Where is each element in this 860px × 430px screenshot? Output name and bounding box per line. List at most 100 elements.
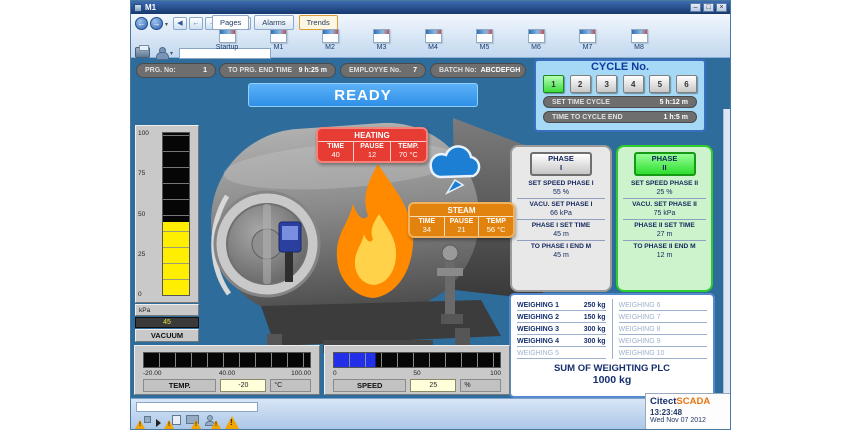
title-bar: M1 xyxy=(131,1,730,14)
page-button-startup[interactable]: Startup xyxy=(207,29,247,51)
page-thumbnail-icon xyxy=(373,29,390,43)
page-thumbnail-icon xyxy=(322,29,339,43)
steam-temp: TEMP56 °C xyxy=(478,217,513,236)
page-thumbnail-icon xyxy=(425,29,442,43)
vacuum-scale: 100 75 50 25 0 xyxy=(138,130,158,298)
weighing-row: WEIGHING 5 xyxy=(517,347,606,359)
temp-gauge: -20.0040.00100.00 TEMP. -20 °C xyxy=(134,345,320,395)
vacuum-unit: kPa xyxy=(135,304,199,316)
phase2-set-time: PHASE II SET TIME27 m xyxy=(623,220,706,241)
speed-label: SPEED xyxy=(333,379,406,392)
prg-no-field[interactable]: PRG. No:1 xyxy=(136,63,216,78)
alarm-status-input[interactable] xyxy=(136,402,258,412)
page-button-m4[interactable]: M4 xyxy=(413,29,453,51)
page-thumbnail-icon xyxy=(631,29,648,43)
vacuum-label: VACUUM xyxy=(135,329,199,342)
employee-no-field[interactable]: EMPLOYYE No.7 xyxy=(340,63,426,78)
page-button-m6[interactable]: M6 xyxy=(516,29,556,51)
phase1-button[interactable]: PHASEI xyxy=(530,152,592,176)
phase2-to-end: TO PHASE II END M12 m xyxy=(623,241,706,261)
temp-scale: -20.0040.00100.00 xyxy=(143,370,311,378)
status-banner: READY xyxy=(248,83,478,107)
tab-pages[interactable]: Pages xyxy=(212,15,249,30)
phase1-set-speed: SET SPEED PHASE I55 % xyxy=(517,178,605,199)
page-button-m1[interactable]: M1 xyxy=(259,29,299,51)
heating-pause: PAUSE12 xyxy=(353,142,389,161)
user-dropdown-icon[interactable]: ▾ xyxy=(170,50,173,57)
vacuum-gauge: 100 75 50 25 0 kPa 45 VACUUM xyxy=(135,125,199,342)
page-thumbnail-icon xyxy=(270,29,287,43)
user-icon[interactable] xyxy=(155,47,168,59)
page-button-m7[interactable]: M7 xyxy=(568,29,608,51)
vacuum-bar-gauge: 100 75 50 25 0 xyxy=(135,125,199,303)
cycle-title: CYCLE No. xyxy=(536,61,704,74)
tab-alarms[interactable]: Alarms xyxy=(254,15,293,30)
heating-title: HEATING xyxy=(318,129,426,142)
prg-end-time-field[interactable]: TO PRG. END TIME9 h:25 m xyxy=(219,63,336,78)
minimize-icon[interactable] xyxy=(690,3,701,12)
weighing-row: WEIGHING 4300 kg xyxy=(517,335,606,347)
weighing-sum-label: SUM OF WEIGHTING PLC xyxy=(517,363,707,374)
page-button-m5[interactable]: M5 xyxy=(465,29,505,51)
alarm-screen-icon[interactable]: ! xyxy=(184,414,202,430)
back-icon[interactable] xyxy=(135,17,148,30)
cycle-button-1[interactable]: 1 xyxy=(543,75,564,93)
phase1-set-time: PHASE I SET TIME45 m xyxy=(517,220,605,241)
speed-scale: 050100 xyxy=(333,370,501,378)
tab-strip: Pages Alarms Trends xyxy=(212,15,338,30)
toolbar: ▾ ▾ Pages Alarms Trends Startup M1 M2 M3… xyxy=(131,14,730,58)
prev-page-icon[interactable] xyxy=(189,17,203,30)
clock-date: Wed Nov 07 2012 xyxy=(650,417,727,424)
clock-time: 13:23:48 xyxy=(650,408,727,417)
page-buttons: Startup M1 M2 M3 M4 M5 M6 M7 M8 xyxy=(207,29,659,51)
weighing-col-left: WEIGHING 1250 kg WEIGHING 2150 kg WEIGHI… xyxy=(517,299,606,359)
nav-dropdown-icon[interactable]: ▾ xyxy=(165,21,168,28)
first-page-icon[interactable] xyxy=(173,17,187,30)
vacuum-bar xyxy=(162,132,190,296)
page-thumbnail-icon xyxy=(579,29,596,43)
alarm-toolbar: ! ! ! ! ! xyxy=(135,414,244,430)
page-button-m8[interactable]: M8 xyxy=(619,29,659,51)
temp-value: -20 xyxy=(220,379,266,392)
page-thumbnail-icon xyxy=(528,29,545,43)
forward-icon[interactable] xyxy=(150,17,163,30)
maximize-icon[interactable] xyxy=(703,3,714,12)
cycle-button-2[interactable]: 2 xyxy=(570,75,591,93)
temp-bar xyxy=(143,352,311,368)
cycle-panel: CYCLE No. 1 2 3 4 5 6 SET TIME CYCLE5 h:… xyxy=(534,59,706,132)
heating-panel: HEATING TIME40 PAUSE12 TEMP.70 °C xyxy=(316,127,428,163)
steam-pause: PAUSE21 xyxy=(444,217,479,236)
phase2-vacu-set: VACU. SET PHASE II75 kPa xyxy=(623,199,706,220)
weighing-sum-value: 1000 kg xyxy=(517,374,707,386)
speed-gauge: 050100 SPEED 25 % xyxy=(324,345,510,395)
page-button-m2[interactable]: M2 xyxy=(310,29,350,51)
speed-value: 25 xyxy=(410,379,456,392)
weighing-row: WEIGHING 7 xyxy=(619,311,708,323)
phase1-vacu-set: VACU. SET PHASE I66 kPa xyxy=(517,199,605,220)
phase1-to-end: TO PHASE I END M45 m xyxy=(517,241,605,261)
cycle-button-6[interactable]: 6 xyxy=(676,75,697,93)
page-button-m3[interactable]: M3 xyxy=(362,29,402,51)
alarm-sound-icon[interactable]: ! xyxy=(135,414,153,430)
cycle-button-3[interactable]: 3 xyxy=(596,75,617,93)
alarm-summary-icon[interactable]: ! xyxy=(164,414,182,430)
print-icon[interactable] xyxy=(135,47,150,58)
cycle-button-5[interactable]: 5 xyxy=(649,75,670,93)
citectscada-logo: CitectSCADA xyxy=(650,396,727,407)
close-icon[interactable] xyxy=(716,3,727,12)
phase2-button[interactable]: PHASEII xyxy=(634,152,696,176)
temp-unit: °C xyxy=(270,379,311,392)
heating-temp: TEMP.70 °C xyxy=(390,142,426,161)
warning-icon[interactable]: ! xyxy=(224,414,242,430)
alarm-user-icon[interactable]: ! xyxy=(204,414,222,430)
batch-no-field[interactable]: BATCH No:ABCDEFGH xyxy=(430,63,526,78)
weighing-row: WEIGHING 10 xyxy=(619,347,708,359)
cycle-buttons: 1 2 3 4 5 6 xyxy=(536,74,704,93)
app-icon xyxy=(134,4,142,12)
cycle-button-4[interactable]: 4 xyxy=(623,75,644,93)
alarm-nav-arrow-icon[interactable] xyxy=(156,419,161,427)
steam-panel: STEAM TIME34 PAUSE21 TEMP56 °C xyxy=(408,202,515,238)
window-right-edge xyxy=(723,109,731,399)
tab-trends[interactable]: Trends xyxy=(299,15,338,30)
speed-bar xyxy=(333,352,501,368)
